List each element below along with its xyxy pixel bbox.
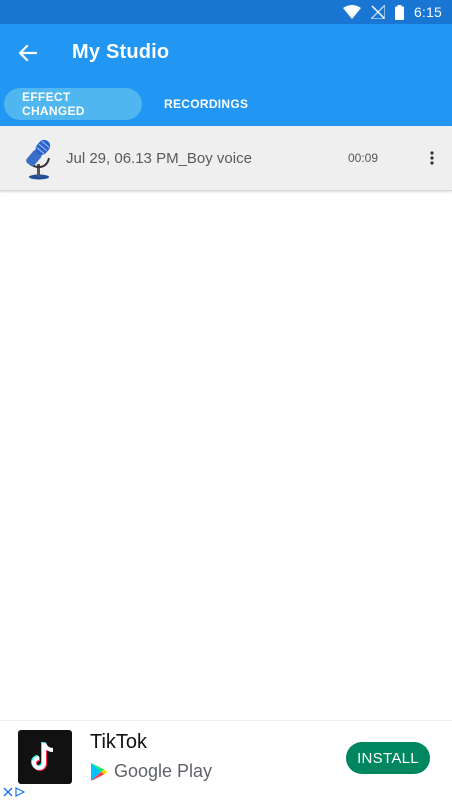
list-item[interactable]: Jul 29, 06.13 PM_Boy voice 00:09 <box>0 126 452 191</box>
ad-app-name[interactable]: TikTok <box>90 731 147 754</box>
tab-bar: EFFECT CHANGED RECORDINGS <box>0 81 452 126</box>
app-bar: My Studio <box>0 24 452 81</box>
battery-icon <box>394 4 404 20</box>
arrow-left-icon <box>19 44 37 61</box>
wifi-icon <box>342 5 361 19</box>
no-signal-icon <box>370 5 385 19</box>
tiktok-logo-icon <box>31 742 54 771</box>
page-title: My Studio <box>72 41 170 63</box>
google-play-icon <box>91 762 108 781</box>
adchoices[interactable] <box>3 787 25 797</box>
google-play-badge: Google Play <box>90 761 212 782</box>
tiktok-app-icon[interactable] <box>18 730 72 784</box>
more-vert-icon <box>430 151 434 165</box>
microphone-icon <box>26 139 51 180</box>
more-options-button[interactable] <box>420 138 444 178</box>
close-icon[interactable] <box>3 787 13 797</box>
tab-effect-changed[interactable]: EFFECT CHANGED <box>4 87 142 120</box>
recording-title: Jul 29, 06.13 PM_Boy voice <box>66 149 252 167</box>
google-play-label: Google Play <box>114 761 213 781</box>
recordings-list: Jul 29, 06.13 PM_Boy voice 00:09 <box>0 126 452 191</box>
status-bar: 6:15 <box>0 0 452 24</box>
adchoices-icon[interactable] <box>15 787 25 797</box>
tab-recordings[interactable]: RECORDINGS <box>146 88 266 120</box>
back-button[interactable] <box>0 24 56 81</box>
install-button[interactable]: INSTALL <box>346 742 430 774</box>
recording-duration: 00:09 <box>347 151 378 165</box>
status-time: 6:15 <box>413 4 442 20</box>
ad-banner[interactable]: TikTok Google Play INSTALL <box>0 720 452 800</box>
